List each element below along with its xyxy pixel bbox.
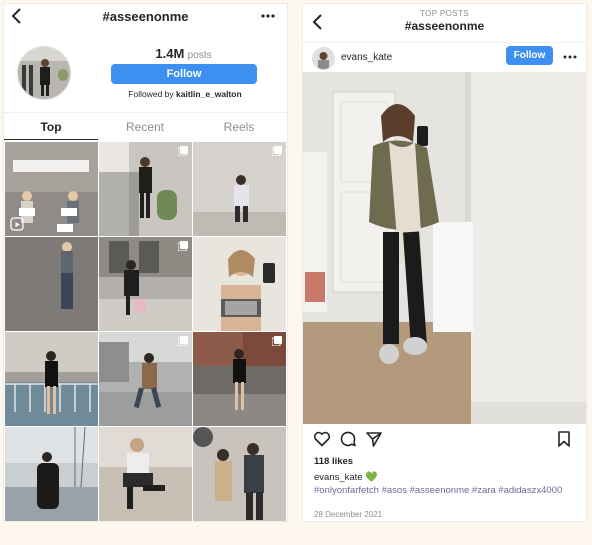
grid-post[interactable] xyxy=(193,237,286,331)
followed-by-text: Followed by kaitlin_e_walton xyxy=(110,89,260,99)
multiple-photos-icon xyxy=(178,336,188,346)
more-horizontal-icon[interactable] xyxy=(259,7,277,25)
post-header: TOP POSTS #asseenonme xyxy=(303,4,586,36)
avatar[interactable] xyxy=(312,47,335,70)
hashtag-title: #asseenonme xyxy=(404,19,485,33)
grid-post[interactable] xyxy=(193,427,286,521)
post-count: 1.4M posts xyxy=(112,46,255,61)
caption-hashtags[interactable]: #onlyonfarfetch #asos #asseenonme #zara … xyxy=(314,485,574,497)
post-date: 28 December 2021 xyxy=(314,510,383,519)
hashtag-tabs: Top Recent Reels xyxy=(4,112,287,141)
post-actions xyxy=(303,430,586,452)
post-username[interactable]: evans_kate xyxy=(341,52,392,63)
post-photo[interactable] xyxy=(303,72,586,424)
reel-icon xyxy=(10,217,24,231)
more-horizontal-icon[interactable] xyxy=(562,49,578,65)
tab-reels[interactable]: Reels xyxy=(192,113,286,141)
tab-recent[interactable]: Recent xyxy=(98,113,192,141)
post-grid xyxy=(5,142,287,521)
post-detail-screen: TOP POSTS #asseenonme evans_kate Follow xyxy=(302,3,587,522)
post-count-label: posts xyxy=(187,50,212,61)
comment-icon[interactable] xyxy=(339,430,357,448)
grid-post[interactable] xyxy=(193,142,286,236)
followed-by-user[interactable]: kaitlin_e_walton xyxy=(176,89,242,99)
share-icon[interactable] xyxy=(365,430,383,448)
grid-post[interactable] xyxy=(5,332,98,426)
caption-username[interactable]: evans_kate xyxy=(314,472,363,483)
grid-post[interactable] xyxy=(99,237,192,331)
grid-post[interactable] xyxy=(5,427,98,521)
multiple-photos-icon xyxy=(178,146,188,156)
multiple-photos-icon xyxy=(178,241,188,251)
grid-post[interactable] xyxy=(5,237,98,331)
multiple-photos-icon xyxy=(272,146,282,156)
like-count[interactable]: 118 likes xyxy=(314,456,353,467)
follow-user-button[interactable]: Follow xyxy=(506,46,553,65)
grid-post[interactable] xyxy=(5,142,98,236)
heart-icon[interactable] xyxy=(313,430,331,448)
followed-by-prefix: Followed by xyxy=(128,89,174,99)
hashtag-page-screen: #asseenonme 1.4M posts Follow Followed b… xyxy=(3,3,288,522)
follow-hashtag-button[interactable]: Follow xyxy=(111,64,257,84)
grid-post[interactable] xyxy=(193,332,286,426)
grid-post[interactable] xyxy=(99,332,192,426)
top-posts-label: TOP POSTS xyxy=(419,9,470,18)
post-count-value: 1.4M xyxy=(155,46,185,61)
grid-post[interactable] xyxy=(99,427,192,521)
green-heart-icon: 💚 xyxy=(365,472,378,483)
hashtag-header: #asseenonme xyxy=(4,4,287,30)
bookmark-icon[interactable] xyxy=(555,430,573,448)
grid-post[interactable] xyxy=(99,142,192,236)
tab-top[interactable]: Top xyxy=(4,113,98,140)
multiple-photos-icon xyxy=(272,336,282,346)
hashtag-avatar xyxy=(17,46,71,100)
caption-line: evans_kate 💚 xyxy=(314,472,378,483)
hashtag-title: #asseenonme xyxy=(102,9,189,24)
post-user-row: evans_kate Follow xyxy=(303,42,586,73)
